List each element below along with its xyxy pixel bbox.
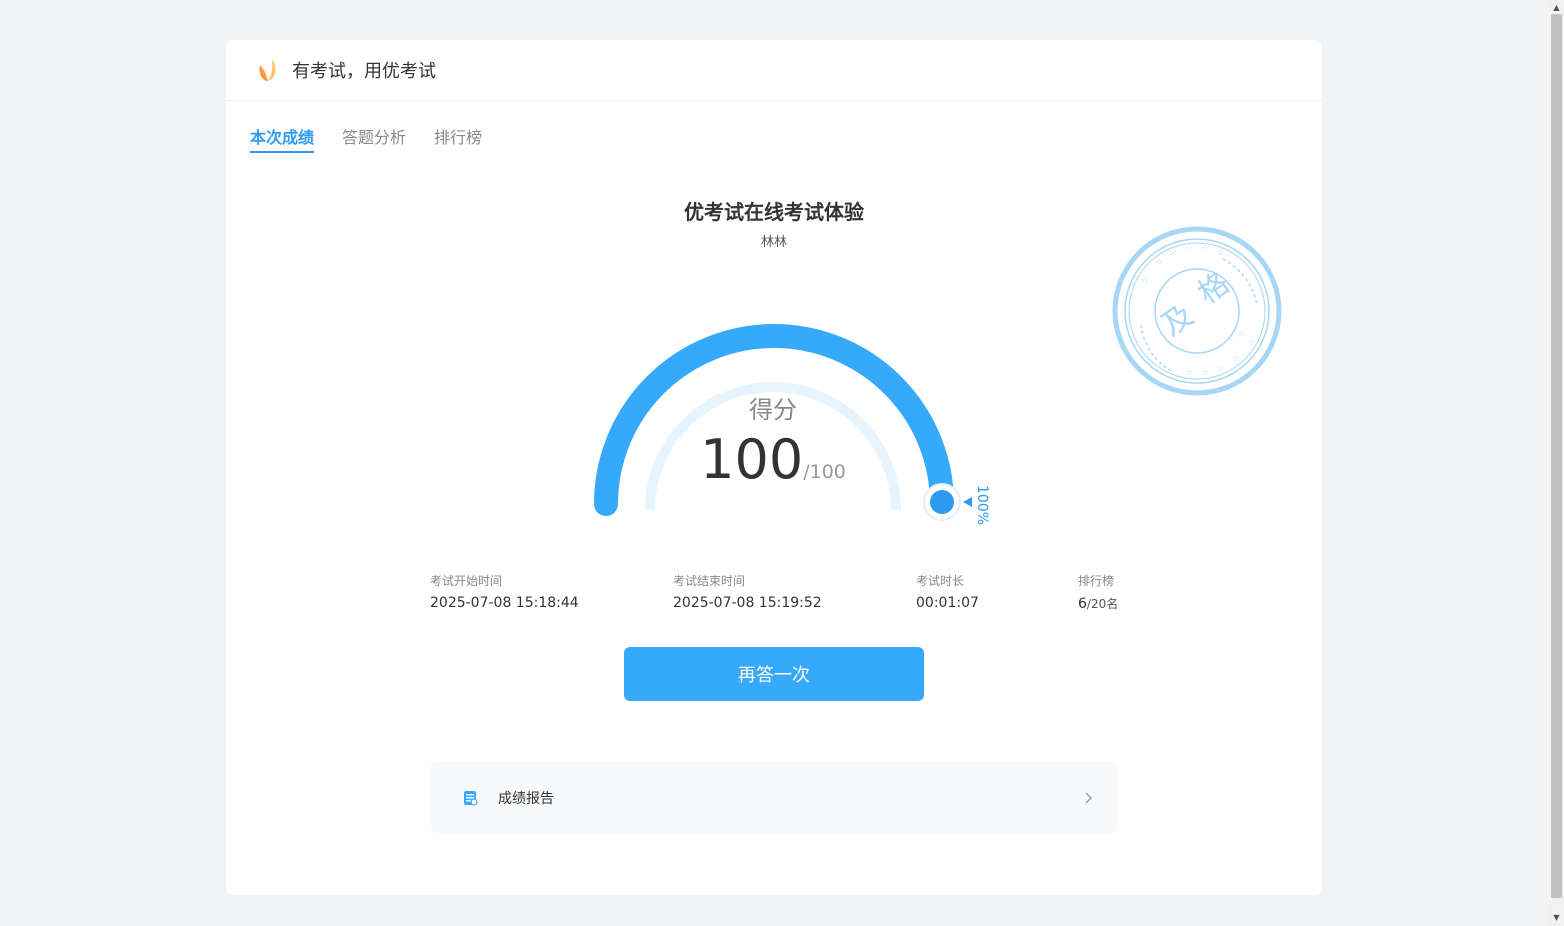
page-scrollbar[interactable]: ▲ ▼	[1549, 0, 1564, 926]
result-card: 有考试，用优考试 本次成绩 答题分析 排行榜 优考试在线考试体验 林林 得分 1…	[226, 40, 1322, 895]
gauge-knob	[930, 490, 954, 514]
stat-rank: 排行榜 6/20名	[1078, 572, 1118, 612]
svg-text:☆: ☆	[1247, 338, 1255, 348]
report-label: 成绩报告	[498, 790, 554, 807]
stat-value: 2025-07-08 15:18:44	[430, 595, 579, 611]
stamp-char-right: 格	[1192, 266, 1237, 312]
svg-text:☆: ☆	[1201, 244, 1209, 254]
svg-text:☆: ☆	[1155, 258, 1163, 268]
stat-start-time: 考试开始时间 2025-07-08 15:18:44	[430, 572, 579, 611]
score-value: 100	[700, 428, 804, 491]
stat-duration: 考试时长 00:01:07	[916, 572, 979, 611]
report-entry[interactable]: 成绩报告	[430, 761, 1118, 834]
stat-label: 考试时长	[916, 574, 965, 588]
gauge-pointer-icon	[963, 497, 972, 507]
score-label: 得分	[749, 396, 797, 424]
stat-value: 2025-07-08 15:19:52	[673, 595, 822, 611]
stat-label: 排行榜	[1078, 574, 1115, 588]
stat-label: 考试开始时间	[430, 574, 503, 588]
svg-text:☆: ☆	[1185, 368, 1193, 378]
score-percent: 100%	[974, 485, 990, 526]
svg-text:☆: ☆	[1237, 330, 1245, 340]
chevron-right-icon	[1085, 792, 1092, 803]
report-icon	[464, 790, 478, 806]
scroll-up-icon[interactable]: ▲	[1552, 3, 1561, 12]
scroll-down-icon[interactable]: ▼	[1552, 913, 1561, 922]
stat-end-time: 考试结束时间 2025-07-08 15:19:52	[673, 572, 822, 611]
retry-button[interactable]: 再答一次	[624, 647, 924, 701]
svg-text:☆: ☆	[1233, 354, 1241, 364]
svg-text:☆: ☆	[1141, 276, 1149, 286]
rank-total: /20名	[1086, 597, 1119, 611]
rank-value: 6	[1078, 596, 1087, 612]
stat-label: 考试结束时间	[673, 574, 746, 588]
score-row: 100/100	[623, 428, 923, 491]
svg-text:☆: ☆	[1217, 364, 1225, 374]
stat-value: 00:01:07	[916, 595, 979, 611]
svg-text:☆: ☆	[1185, 244, 1193, 254]
svg-text:☆: ☆	[1201, 368, 1209, 378]
pass-stamp: ☆☆ ☆ ☆ ☆ ☆☆☆ ☆☆☆ ☆ 及 格	[1112, 226, 1282, 396]
stamp-char-left: 及	[1156, 298, 1201, 344]
svg-text:☆: ☆	[1169, 248, 1177, 258]
score-total: /100	[803, 461, 846, 483]
stat-value: 6/20名	[1078, 595, 1118, 612]
svg-text:☆: ☆	[1217, 248, 1225, 258]
scroll-thumb[interactable]	[1551, 14, 1562, 898]
